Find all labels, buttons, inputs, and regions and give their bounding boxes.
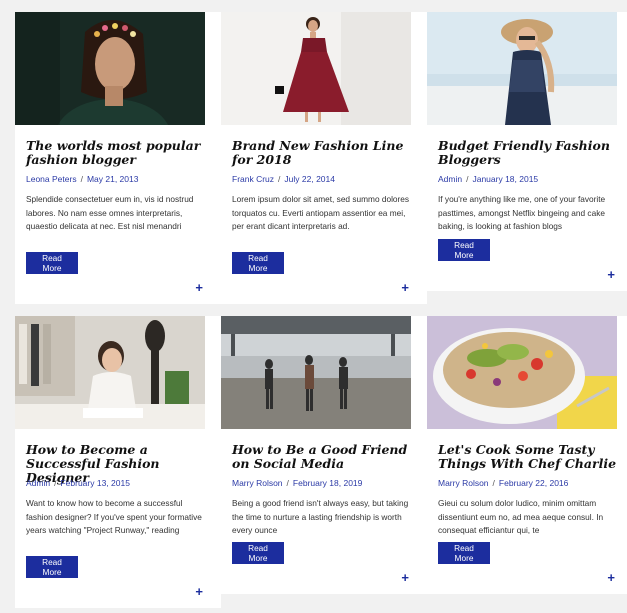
post-image[interactable] — [221, 12, 411, 125]
plus-icon[interactable]: + — [607, 268, 615, 281]
meta-separator: / — [80, 174, 83, 184]
photo-woman-flower-crown — [15, 12, 205, 125]
post-image[interactable] — [221, 316, 411, 429]
meta-separator: / — [286, 478, 289, 488]
post-author[interactable]: Leona Peters — [26, 174, 77, 184]
read-more-button[interactable]: Read More — [438, 239, 490, 261]
post-title[interactable]: How to Be a Good Friend on Social Media — [232, 443, 417, 471]
post-card: Brand New Fashion Line for 2018 Frank Cr… — [221, 12, 427, 304]
post-meta: Frank Cruz / July 22, 2014 — [232, 174, 335, 184]
post-meta: Admin / January 18, 2015 — [438, 174, 538, 184]
photo-salad-bowl — [427, 316, 617, 429]
read-more-button[interactable]: Read More — [438, 542, 490, 564]
post-card: Let's Cook Some Tasty Things With Chef C… — [427, 316, 627, 594]
photo-fashion-designer-sketching — [15, 316, 205, 429]
meta-separator: / — [278, 174, 281, 184]
read-more-button[interactable]: Read More — [26, 252, 78, 274]
post-title[interactable]: The worlds most popular fashion blogger — [26, 139, 211, 167]
post-card: Budget Friendly Fashion Bloggers Admin / J… — [427, 12, 627, 291]
read-more-button[interactable]: Read More — [26, 556, 78, 578]
post-date[interactable]: January 18, 2015 — [472, 174, 538, 184]
post-meta: Leona Peters / May 21, 2013 — [26, 174, 138, 184]
plus-icon[interactable]: + — [195, 585, 203, 598]
post-image[interactable] — [427, 316, 617, 429]
meta-separator: / — [466, 174, 469, 184]
post-image[interactable] — [427, 12, 617, 125]
post-card: How to Be a Good Friend on Social Media … — [221, 316, 427, 594]
post-title[interactable]: Brand New Fashion Line for 2018 — [232, 139, 417, 167]
post-author[interactable]: Marry Rolson — [232, 478, 283, 488]
plus-icon[interactable]: + — [401, 281, 409, 294]
plus-icon[interactable]: + — [607, 571, 615, 584]
post-excerpt: Want to know how to become a successful … — [26, 498, 202, 536]
post-meta: Marry Rolson / February 18, 2019 — [232, 478, 362, 488]
photo-woman-red-dress — [221, 12, 411, 125]
plus-icon[interactable]: + — [401, 571, 409, 584]
post-card: How to Become a Successful Fashion Desig… — [15, 316, 221, 608]
read-more-button[interactable]: Read More — [232, 252, 284, 274]
meta-separator: / — [54, 478, 57, 488]
post-image[interactable] — [15, 316, 205, 429]
post-date[interactable]: July 22, 2014 — [284, 174, 335, 184]
post-meta: Marry Rolson / February 22, 2016 — [438, 478, 568, 488]
post-author[interactable]: Frank Cruz — [232, 174, 274, 184]
post-author[interactable]: Admin — [26, 478, 50, 488]
post-image[interactable] — [15, 12, 205, 125]
post-author[interactable]: Marry Rolson — [438, 478, 489, 488]
photo-woman-beach-hat — [427, 12, 617, 125]
plus-icon[interactable]: + — [195, 281, 203, 294]
meta-separator: / — [492, 478, 495, 488]
post-date[interactable]: February 13, 2015 — [60, 478, 129, 488]
post-excerpt: Gieui cu solum dolor ludico, minim omitt… — [438, 498, 604, 536]
post-excerpt: Lorem ipsum dolor sit amet, sed summo do… — [232, 194, 410, 232]
post-date[interactable]: May 21, 2013 — [87, 174, 139, 184]
post-excerpt: If you're anything like me, one of your … — [438, 194, 606, 232]
read-more-button[interactable]: Read More — [232, 542, 284, 564]
post-title[interactable]: Let's Cook Some Tasty Things With Chef C… — [438, 443, 623, 471]
post-author[interactable]: Admin — [438, 174, 462, 184]
post-card: The worlds most popular fashion blogger … — [15, 12, 221, 304]
post-date[interactable]: February 18, 2019 — [293, 478, 362, 488]
post-excerpt: Splendide consectetuer eum in, vis id no… — [26, 194, 194, 232]
post-title[interactable]: Budget Friendly Fashion Bloggers — [438, 139, 623, 167]
photo-friends-walking — [221, 316, 411, 429]
post-meta: Admin / February 13, 2015 — [26, 478, 130, 488]
post-excerpt: Being a good friend isn't always easy, b… — [232, 498, 409, 536]
post-date[interactable]: February 22, 2016 — [499, 478, 568, 488]
